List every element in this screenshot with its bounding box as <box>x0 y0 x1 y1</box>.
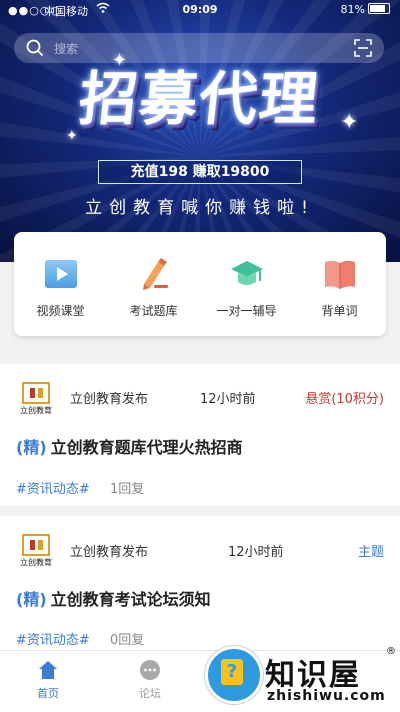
reply-count: 0回复 <box>110 633 145 648</box>
quick-actions: 视频课堂 考试题库 一对一辅导 背单词 <box>14 232 386 336</box>
featured-tag: (精) <box>16 438 47 457</box>
quick-action-label: 背单词 <box>321 304 358 318</box>
home-icon <box>39 661 57 679</box>
battery-indicator: 81% <box>341 3 390 16</box>
reward-badge: 悬赏(10积分) <box>305 392 384 407</box>
battery-percent: 81% <box>340 3 365 16</box>
quick-tutoring[interactable]: 一对一辅导 <box>200 256 293 319</box>
banner-headline: 招募代理 <box>75 65 324 133</box>
featured-tag: (精) <box>16 590 47 609</box>
chat-bubble-icon <box>140 660 160 680</box>
video-play-icon <box>44 260 77 288</box>
brand-logo: 立创教育 <box>20 382 52 415</box>
brand-logo: 立创教育 <box>20 534 52 567</box>
quick-action-label: 一对一辅导 <box>216 304 277 318</box>
topic-badge: 主题 <box>357 545 384 560</box>
quick-action-label: 视频课堂 <box>36 304 85 318</box>
reply-count: 1回复 <box>110 482 145 497</box>
logo-text: 立创教育 <box>20 557 52 567</box>
quick-exam-bank[interactable]: 考试题库 <box>107 256 200 319</box>
banner-promo: 充值198 赚取19800 <box>98 160 302 184</box>
topic-tag[interactable]: #资讯动态# <box>16 629 90 648</box>
book-icon <box>324 260 355 289</box>
post-time: 12小时前 <box>228 545 284 560</box>
post-author[interactable]: 立创教育发布 <box>70 541 148 560</box>
post-title-text[interactable]: 立创教育题库代理火热招商 <box>51 438 243 457</box>
watermark: ? 知识屋 ® zhishiwu.com <box>205 640 400 711</box>
nav-forum[interactable]: 论坛 <box>110 659 190 701</box>
topic-tag[interactable]: #资讯动态# <box>16 478 90 497</box>
post-title-text[interactable]: 立创教育考试论坛须知 <box>51 590 211 609</box>
post-title[interactable]: (精) 立创教育考试论坛须知 <box>16 586 211 610</box>
quick-video-class[interactable]: 视频课堂 <box>14 256 107 319</box>
post-time: 12小时前 <box>200 392 256 407</box>
quick-vocab[interactable]: 背单词 <box>293 256 386 319</box>
nav-home[interactable]: 首页 <box>8 659 88 701</box>
nav-label: 首页 <box>37 687 59 700</box>
quick-action-label: 考试题库 <box>129 304 178 318</box>
promo-banner[interactable]: ●●○○○ 中国移动 09:09 81% 搜索 ✦ ✦ ✦ ✦ 招募代理 充值1… <box>0 0 400 262</box>
exam-pen-icon <box>142 258 168 290</box>
post-card[interactable]: 立创教育 立创教育发布 12小时前 悬赏(10积分) (精) 立创教育题库代理火热… <box>0 364 400 506</box>
status-bar: ●●○○○ 中国移动 09:09 81% <box>0 0 400 22</box>
logo-text: 立创教育 <box>20 405 52 415</box>
nav-label: 论坛 <box>139 687 161 700</box>
question-mark-icon: ? <box>205 646 263 704</box>
graduation-cap-icon <box>230 261 263 285</box>
watermark-url: zhishiwu.com <box>267 688 386 704</box>
post-title[interactable]: (精) 立创教育题库代理火热招商 <box>16 434 243 458</box>
post-author[interactable]: 立创教育发布 <box>70 388 148 407</box>
banner-tagline: 立创教育喊你赚钱啦! <box>85 198 315 218</box>
post-card[interactable]: 立创教育 立创教育发布 12小时前 主题 (精) 立创教育考试论坛须知 #资讯动态… <box>0 516 400 650</box>
battery-icon <box>368 3 390 14</box>
registered-mark: ® <box>386 646 396 657</box>
